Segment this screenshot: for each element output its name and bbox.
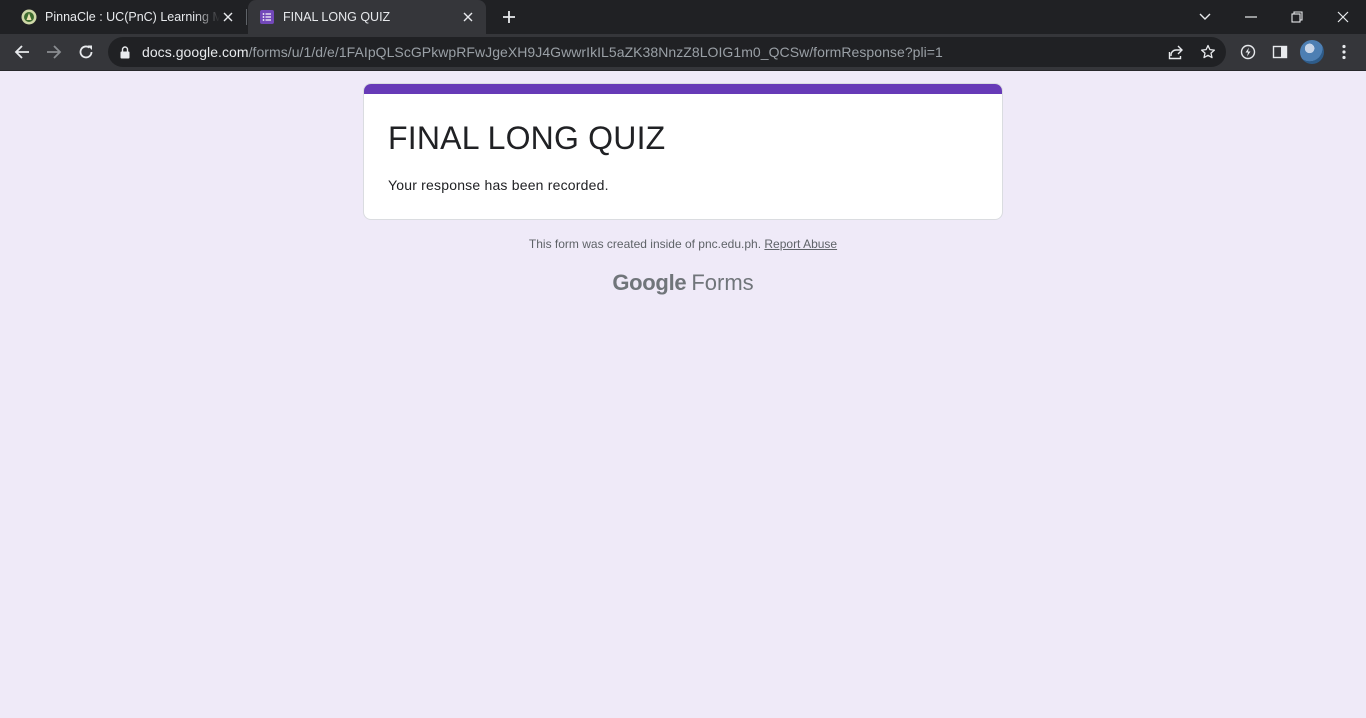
side-panel-button[interactable]: [1268, 40, 1292, 64]
url-path: /forms/u/1/d/e/1FAIpQLScGPkwpRFwJgeXH9J4…: [248, 44, 943, 60]
reload-icon: [79, 45, 93, 59]
lightning-icon: [1240, 44, 1256, 60]
forward-button[interactable]: [42, 40, 66, 64]
new-tab-button[interactable]: [499, 7, 519, 27]
url-text: docs.google.com/forms/u/1/d/e/1FAIpQLScG…: [142, 44, 943, 60]
tab-strip: PinnaCle : UC(PnC) Learning Management S…: [0, 0, 1366, 34]
confirmation-message: Your response has been recorded.: [388, 177, 609, 193]
extensions-button[interactable]: [1236, 40, 1260, 64]
browser-toolbar: docs.google.com/forms/u/1/d/e/1FAIpQLScG…: [0, 34, 1366, 71]
minimize-button[interactable]: [1240, 6, 1262, 28]
share-icon[interactable]: [1166, 42, 1186, 62]
plus-icon: [503, 11, 515, 23]
tab-divider: [246, 9, 247, 25]
profile-avatar[interactable]: [1300, 40, 1324, 64]
report-abuse-link[interactable]: Report Abuse: [764, 237, 837, 251]
footer-note-text: This form was created inside of pnc.edu.…: [528, 237, 762, 251]
restore-button[interactable]: [1286, 6, 1308, 28]
menu-button[interactable]: [1332, 40, 1356, 64]
tab-search-button[interactable]: [1194, 6, 1216, 28]
close-icon[interactable]: [460, 9, 476, 25]
form-title: FINAL LONG QUIZ: [388, 120, 666, 156]
restore-icon: [1291, 11, 1303, 23]
tab-title: FINAL LONG QUIZ: [283, 10, 391, 24]
tab-title: PinnaCle : UC(PnC) Learning Management S…: [45, 10, 220, 24]
lock-icon: [120, 45, 132, 59]
address-bar[interactable]: docs.google.com/forms/u/1/d/e/1FAIpQLScG…: [108, 37, 1226, 67]
minimize-icon: [1245, 16, 1257, 18]
brand-google: Google: [612, 270, 687, 295]
brand-forms: Forms: [691, 270, 754, 295]
back-button[interactable]: [10, 40, 34, 64]
footer-note: This form was created inside of pnc.edu.…: [0, 237, 1366, 251]
reload-button[interactable]: [74, 40, 98, 64]
close-icon: [1337, 11, 1349, 23]
google-forms-logo[interactable]: Google Forms: [0, 270, 1366, 296]
url-host: docs.google.com: [142, 44, 249, 60]
pinnacle-icon: [21, 9, 37, 25]
bookmark-star-icon[interactable]: [1198, 42, 1218, 62]
close-icon[interactable]: [220, 9, 236, 25]
chevron-down-icon: [1199, 13, 1211, 20]
card-accent-bar: [364, 84, 1002, 94]
google-forms-icon: [260, 10, 274, 24]
arrow-left-icon: [14, 45, 29, 59]
arrow-right-icon: [47, 45, 62, 59]
tab-final-long-quiz[interactable]: FINAL LONG QUIZ: [248, 0, 486, 34]
close-window-button[interactable]: [1332, 6, 1354, 28]
response-card: FINAL LONG QUIZ Your response has been r…: [363, 83, 1003, 220]
tab-pinnacle[interactable]: PinnaCle : UC(PnC) Learning Management S…: [8, 0, 246, 34]
kebab-menu-icon: [1342, 44, 1346, 60]
side-panel-icon: [1272, 45, 1288, 59]
